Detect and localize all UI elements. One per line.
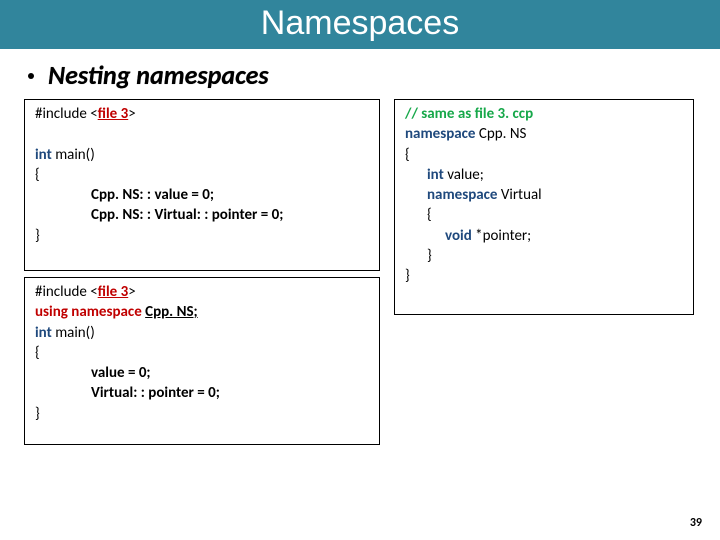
kw-int: int	[427, 166, 447, 184]
code-line: }	[35, 226, 369, 246]
code-box-3: // same as file 3. ccp namespace Cpp. NS…	[394, 99, 694, 315]
code-box-1: #include <file 3> int main() { Cpp. NS: …	[24, 99, 380, 271]
slide-title: Namespaces	[0, 0, 720, 49]
code-line: {	[405, 145, 683, 165]
bullet-text: Nesting namespaces	[48, 59, 269, 91]
txt: Cpp. NS;	[145, 303, 198, 321]
txt: >	[128, 105, 135, 123]
kw-int: int	[35, 324, 52, 342]
txt: value;	[447, 166, 484, 184]
txt: main()	[52, 324, 95, 342]
code-line: {	[35, 165, 369, 185]
bullet-dot	[28, 73, 34, 79]
code-line: void *pointer;	[405, 226, 683, 246]
code-line: Cpp. NS: : value = 0;	[35, 185, 369, 205]
code-line: using namespace Cpp. NS;	[35, 302, 369, 322]
code-blank	[35, 124, 369, 144]
kw-void: void	[445, 227, 475, 245]
page-number: 39	[690, 516, 702, 530]
file-ref: file 3	[98, 283, 129, 301]
file-ref: file 3	[98, 105, 129, 123]
code-line: namespace Cpp. NS	[405, 124, 683, 144]
txt: #include <	[35, 105, 98, 123]
txt: main()	[52, 146, 95, 164]
code-line: {	[405, 205, 683, 225]
kw-int: int	[35, 146, 52, 164]
txt: >	[128, 283, 135, 301]
code-line: Virtual: : pointer = 0;	[35, 383, 369, 403]
txt: #include <	[35, 283, 98, 301]
code-line: Cpp. NS: : Virtual: : pointer = 0;	[35, 205, 369, 225]
txt: *pointer;	[475, 227, 531, 245]
code-line: int value;	[405, 165, 683, 185]
kw-using: using namespace	[35, 303, 145, 321]
kw-namespace: namespace	[427, 186, 501, 204]
code-line: int main()	[35, 145, 369, 165]
code-line: value = 0;	[35, 363, 369, 383]
code-line: }	[405, 246, 683, 266]
code-line: {	[35, 343, 369, 363]
txt: Virtual	[501, 186, 542, 204]
txt: Cpp. NS	[475, 125, 526, 143]
code-line: int main()	[35, 323, 369, 343]
code-box-2: #include <file 3> using namespace Cpp. N…	[24, 277, 380, 445]
bullet-nesting: Nesting namespaces	[28, 59, 720, 91]
code-comment: // same as file 3. ccp	[405, 104, 683, 124]
code-line: }	[405, 266, 683, 286]
code-line: }	[35, 404, 369, 424]
code-line: #include <file 3>	[35, 282, 369, 302]
code-line: #include <file 3>	[35, 104, 369, 124]
code-line: namespace Virtual	[405, 185, 683, 205]
kw-namespace: namespace	[405, 125, 475, 143]
